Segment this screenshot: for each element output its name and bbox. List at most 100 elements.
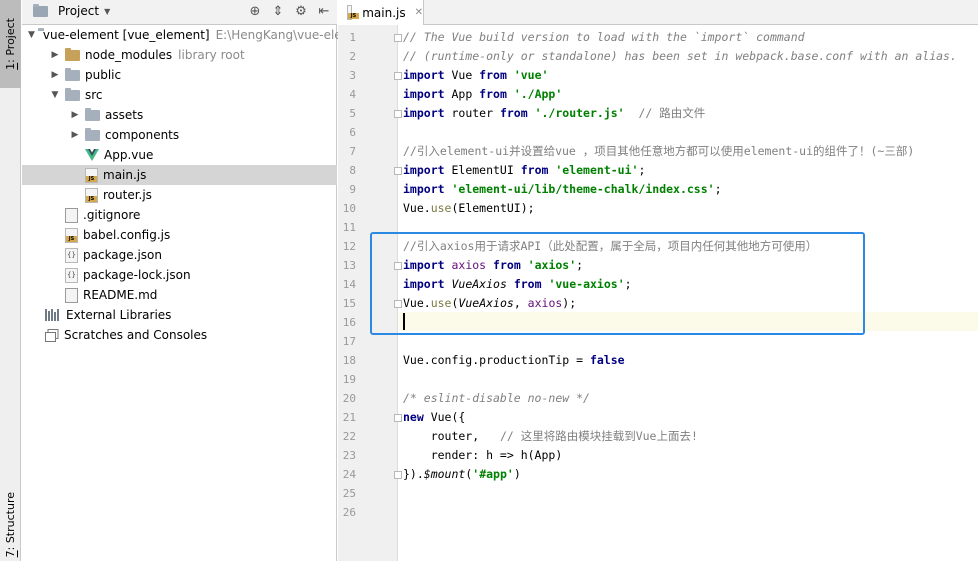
chevron-right-icon[interactable]: ▶ [48, 70, 62, 80]
structure-tool-tab[interactable]: 7: Structure [0, 488, 21, 561]
library-folder-icon [65, 47, 80, 61]
tree-item-label: router.js [103, 188, 152, 202]
line-number: 25 [342, 487, 356, 500]
code-token: Vue [444, 68, 480, 82]
tree-item-label: vue-element [vue_element] [42, 28, 210, 42]
code-token: import [403, 163, 445, 177]
tree-item[interactable]: ▼ src [22, 85, 337, 105]
code-token: // 路由文件 [638, 106, 706, 120]
code-token: /* eslint-disable no-new */ [403, 391, 590, 405]
line-number: 11 [342, 221, 356, 234]
line-number: 21 [342, 411, 356, 424]
tree-item[interactable]: ▶ public [22, 65, 337, 85]
code-token: new [403, 410, 424, 424]
line-number: 8 [349, 164, 356, 177]
code-token: import [403, 87, 445, 101]
line-number: 7 [349, 145, 356, 158]
line-number: 1 [349, 31, 356, 44]
annotation-highlight-box [370, 232, 865, 335]
chevron-right-icon[interactable]: ▶ [68, 130, 82, 140]
code-line: import 'element-ui/lib/theme-chalk/index… [403, 180, 722, 199]
project-folder-icon [33, 3, 48, 17]
chevron-down-icon[interactable]: ▼ [28, 30, 35, 40]
code-token: './App' [513, 87, 563, 101]
tree-item-label: App.vue [104, 148, 154, 162]
code-token: Vue({ [423, 410, 466, 424]
code-line: // (runtime-only or standalone) has been… [403, 47, 957, 66]
tree-item-label: assets [105, 108, 144, 122]
folder-icon [65, 67, 80, 81]
code-line: import Vue from 'vue' [403, 66, 548, 85]
code-token: from [520, 163, 549, 177]
fold-marker-icon[interactable] [394, 167, 402, 175]
project-view-selector[interactable]: Project ▼ [30, 3, 110, 18]
chevron-right-icon[interactable]: ▶ [68, 110, 82, 120]
fold-marker-icon[interactable] [394, 110, 402, 118]
project-tool-tab[interactable]: 1: Project [0, 0, 21, 88]
tree-item-label: package-lock.json [83, 268, 191, 282]
text-file-icon [65, 287, 78, 303]
fold-marker-icon[interactable] [394, 72, 402, 80]
tree-item[interactable]: ▶{}package.json [22, 245, 337, 265]
tree-item[interactable]: ▶router.js [22, 185, 337, 205]
line-number: 13 [342, 259, 356, 272]
code-token: // The Vue build version to load with th… [403, 30, 805, 44]
tree-item-label: public [85, 68, 122, 82]
tree-item[interactable]: ▶App.vue [22, 145, 337, 165]
close-icon[interactable]: ✕ [415, 7, 423, 18]
line-number: 24 [342, 468, 356, 481]
tree-item[interactable]: ▶.gitignore [22, 205, 337, 225]
code-token: import [403, 106, 445, 120]
code-token: from [499, 106, 528, 120]
collapse-icon[interactable]: ⇕ [271, 4, 285, 20]
js-file-icon [85, 167, 98, 183]
gear-icon[interactable]: ⚙ [294, 4, 308, 20]
json-file-icon: {} [65, 247, 78, 263]
project-tab-text: : Project [4, 18, 17, 63]
fold-marker-icon[interactable] [394, 471, 402, 479]
code-token: render: h => h(App) [403, 448, 563, 462]
line-number: 2 [349, 50, 356, 63]
tree-item[interactable]: ▶ assets [22, 105, 337, 125]
tree-item[interactable]: ▶babel.config.js [22, 225, 337, 245]
tree-item[interactable]: ▶README.md [22, 285, 337, 305]
tree-item[interactable]: ▶ node_modules library root [22, 45, 337, 65]
tree-item[interactable]: ▶ components [22, 125, 337, 145]
crosshair-icon[interactable]: ⊕ [248, 4, 262, 20]
line-number: 4 [349, 88, 356, 101]
tree-item-label: README.md [83, 288, 158, 302]
chevron-right-icon[interactable]: ▶ [48, 50, 62, 60]
structure-tab-text: : Structure [4, 491, 17, 551]
tree-item[interactable]: ▶{}package-lock.json [22, 265, 337, 285]
chevron-down-icon[interactable]: ▼ [48, 90, 62, 100]
line-number: 19 [342, 373, 356, 386]
tree-item-hint: library root [178, 48, 245, 62]
code-token: ElementUI [444, 163, 521, 177]
folder-icon [65, 87, 80, 101]
code-token: use [430, 201, 452, 215]
project-tab-mnemonic: 1 [4, 62, 17, 70]
line-number: 26 [342, 506, 356, 519]
tree-item[interactable]: ▶Scratches and Consoles [22, 325, 337, 345]
code-line: Vue.config.productionTip = false [403, 351, 625, 370]
line-number: 14 [342, 278, 356, 291]
fold-marker-icon[interactable] [394, 414, 402, 422]
fold-marker-icon[interactable] [394, 34, 402, 42]
tree-item[interactable]: ▶External Libraries [22, 305, 337, 325]
line-number: 20 [342, 392, 356, 405]
code-token: from [479, 87, 507, 101]
code-token: Vue.config.productionTip = [403, 353, 590, 367]
editor-tab-label: main.js [362, 5, 406, 20]
code-token: ; [638, 163, 646, 177]
editor-tab-main-js[interactable]: main.js ✕ [338, 0, 424, 25]
tree-item[interactable]: ▼ vue-element [vue_element] E:\HengKang\vu… [22, 25, 353, 45]
code-line: // The Vue build version to load with th… [403, 28, 805, 47]
js-file-icon [347, 5, 360, 20]
tree-item[interactable]: ▶main.js [22, 165, 337, 185]
hide-icon[interactable]: ⇤ [317, 4, 331, 20]
structure-tool-tab-label: 7: Structure [4, 492, 17, 557]
tree-item-label: Scratches and Consoles [64, 328, 208, 342]
